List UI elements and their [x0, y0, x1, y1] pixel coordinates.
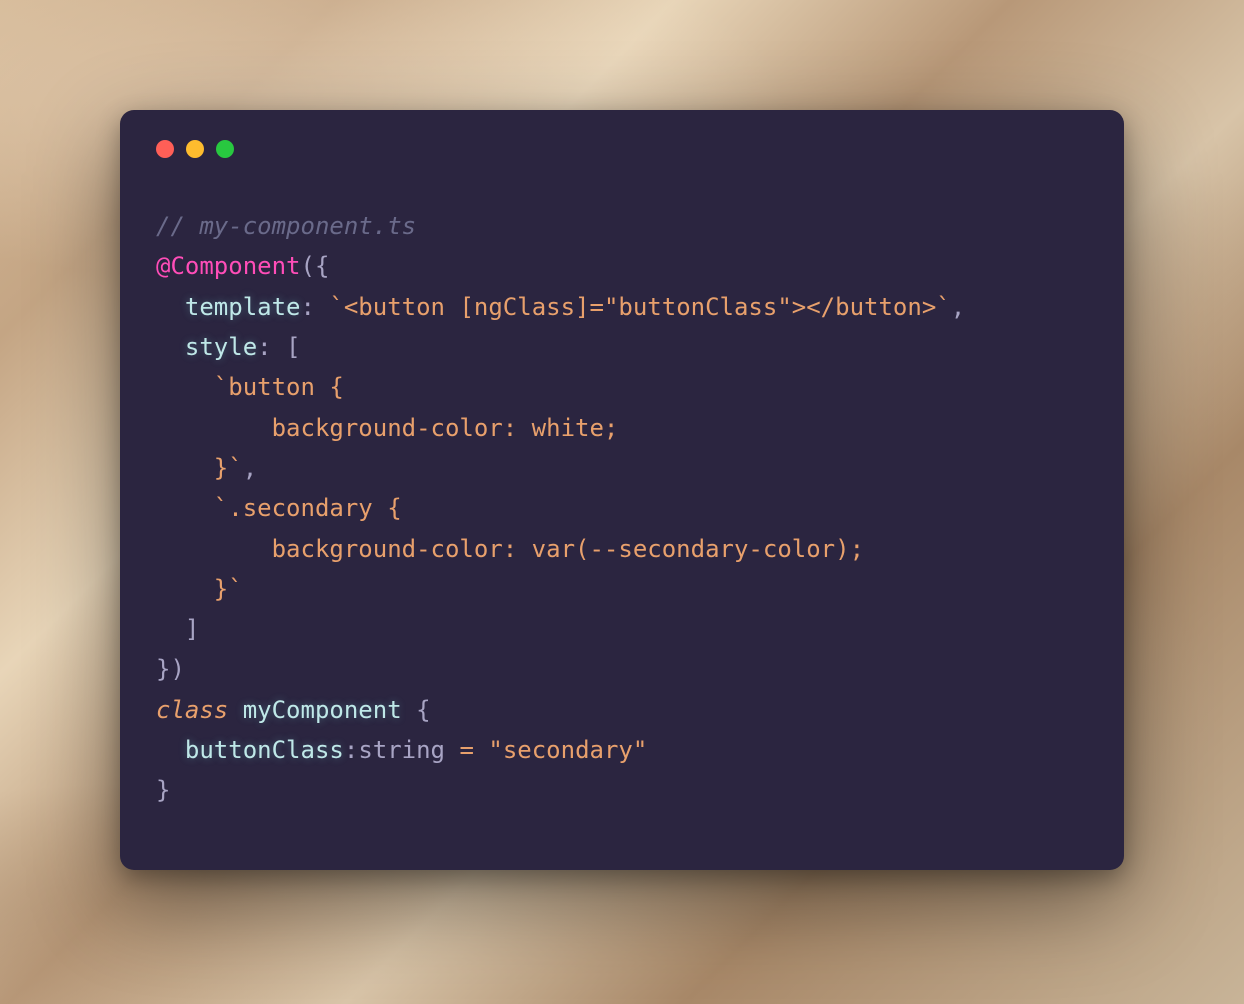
comma: ,: [243, 454, 257, 482]
style-rule-1-line2: background-color: white;: [156, 414, 618, 442]
property-name: buttonClass: [185, 736, 344, 764]
traffic-lights: [156, 140, 1088, 158]
brace-open: {: [402, 696, 431, 724]
brace-close: }: [156, 776, 170, 804]
colon: :: [257, 333, 286, 361]
bracket-close: ]: [185, 615, 199, 643]
style-rule-2-line3: }`: [156, 575, 243, 603]
equals: =: [445, 736, 488, 764]
zoom-icon[interactable]: [216, 140, 234, 158]
style-rule-1-line1: `button {: [214, 373, 344, 401]
close-icon[interactable]: [156, 140, 174, 158]
prop-colon: :: [344, 736, 358, 764]
style-rule-2-line2: background-color: var(--secondary-color)…: [156, 535, 864, 563]
template-value: `<button [ngClass]="buttonClass"></butto…: [329, 293, 950, 321]
bracket-open: [: [286, 333, 300, 361]
decorator-name: Component: [170, 252, 300, 280]
comma: ,: [951, 293, 965, 321]
minimize-icon[interactable]: [186, 140, 204, 158]
code-block: // my-component.ts @Component({ template…: [156, 206, 1088, 811]
colon: :: [301, 293, 330, 321]
class-name: myComponent: [243, 696, 402, 724]
paren-close: }): [156, 655, 185, 683]
paren-open: ({: [301, 252, 330, 280]
template-key: template: [185, 293, 301, 321]
style-rule-1-line3: }`: [156, 454, 243, 482]
property-type: string: [358, 736, 445, 764]
style-key: style: [185, 333, 257, 361]
property-value: "secondary": [488, 736, 647, 764]
code-window: // my-component.ts @Component({ template…: [120, 110, 1124, 870]
class-keyword: class: [156, 696, 228, 724]
decorator-at: @: [156, 252, 170, 280]
style-rule-2-line1: `.secondary {: [214, 494, 402, 522]
code-comment: // my-component.ts: [156, 212, 416, 240]
